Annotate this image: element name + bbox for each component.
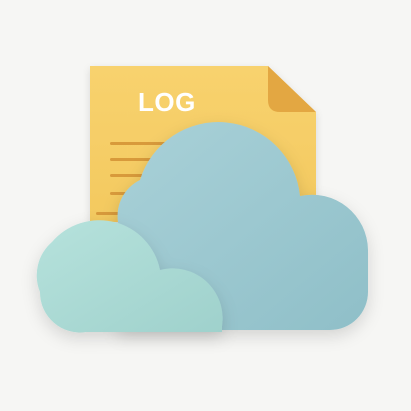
illustration-canvas: LOG <box>36 66 368 333</box>
cloud-icon <box>36 122 368 333</box>
document-label: LOG <box>138 87 196 117</box>
cloud-log-illustration: LOG <box>0 0 411 411</box>
document-folded-corner <box>268 66 316 112</box>
